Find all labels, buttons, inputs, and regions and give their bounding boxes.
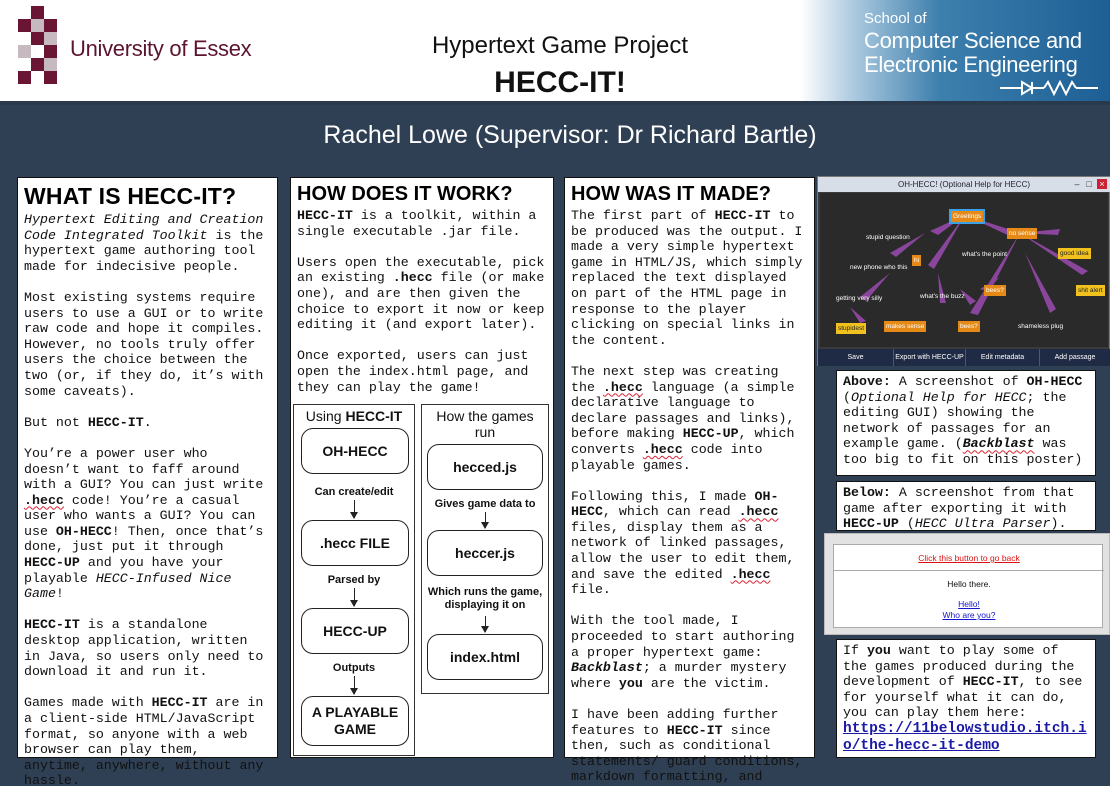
panel-what-is: WHAT IS HECC-IT? Hypertext Editing and C… xyxy=(17,177,278,786)
close-icon: × xyxy=(1097,179,1107,189)
how-made-body: The first part of HECC-IT to be produced… xyxy=(571,208,808,786)
node-hecced-js: hecced.js xyxy=(427,444,543,490)
passage-node: hi xyxy=(912,255,922,266)
oh-hecc-window-title: OH-HECC! (Optional Help for HECC) xyxy=(818,177,1110,192)
passage-node: new phone who this xyxy=(850,264,908,271)
header-divider xyxy=(0,101,1110,105)
how-made-paragraph: Following this, I made OH-HECC, which ca… xyxy=(571,488,795,598)
how-made-paragraph: With the tool made, I proceeded to start… xyxy=(571,613,795,691)
passage-node: bees? xyxy=(958,321,980,332)
passage-node: stupid question xyxy=(866,234,910,241)
university-name: University of Essex xyxy=(70,36,252,61)
passage-node: makes sense xyxy=(884,321,927,332)
passage-node: good idea xyxy=(1058,248,1091,259)
what-is-paragraph: Most existing systems require users to u… xyxy=(24,289,264,399)
how-it-works-paragraph: Users open the executable, pick an exist… xyxy=(297,254,545,333)
edge-label-create: Can create/edit xyxy=(314,486,394,498)
passage-node: getting very silly xyxy=(836,295,883,302)
passage-node: shit alert xyxy=(1076,285,1105,296)
how-it-works-paragraph: Once exported, users can just open the i… xyxy=(297,348,529,395)
edge-label-runs: Which runs the game, displaying it on xyxy=(427,586,543,611)
node-hecc-up: HECC-UP xyxy=(301,608,409,654)
what-is-paragraph: Hypertext Editing and Creation Code Inte… xyxy=(24,212,264,274)
passage-text: Hello there. xyxy=(947,579,991,589)
node-heccer-js: heccer.js xyxy=(427,530,543,576)
how-it-works-paragraph: HECC-IT is a toolkit, within a single ex… xyxy=(297,208,537,239)
passage-node: stupidest xyxy=(836,323,867,334)
panel-how-it-works: HOW DOES IT WORK? HECC-IT is a toolkit, … xyxy=(290,177,554,758)
node-index-html: index.html xyxy=(427,634,543,680)
arrow-down-icon xyxy=(481,512,489,529)
node-playable-game: A PLAYABLE GAME xyxy=(301,696,409,746)
panel-how-made: HOW WAS IT MADE? The first part of HECC-… xyxy=(564,177,815,786)
arrow-down-icon xyxy=(350,676,358,695)
oh-hecc-screenshot: OH-HECC! (Optional Help for HECC) – □ × … xyxy=(817,176,1110,366)
caption-play: If you want to play some of the games pr… xyxy=(836,639,1096,758)
node-hecc-file: .hecc FILE xyxy=(301,520,409,566)
diagram-right-title: How the games run xyxy=(436,408,534,440)
node-oh-hecc: OH-HECC xyxy=(301,428,409,474)
arrow-down-icon xyxy=(481,616,489,633)
edge-label-outputs: Outputs xyxy=(332,662,376,674)
heading-how-made: HOW WAS IT MADE? xyxy=(571,183,771,205)
game-screenshot: Click this button to go back Hello there… xyxy=(824,533,1110,635)
heading-what-is: WHAT IS HECC-IT? xyxy=(24,183,237,209)
passage-node: Greetings xyxy=(948,209,986,224)
how-it-works-body: HECC-IT is a toolkit, within a single ex… xyxy=(297,208,547,395)
how-made-paragraph: The first part of HECC-IT to be produced… xyxy=(571,208,803,348)
save-button[interactable]: Save xyxy=(818,349,894,366)
passage-node: shameless plug xyxy=(1018,323,1064,330)
circuit-icon xyxy=(1000,80,1098,96)
passage-node: no sense xyxy=(1007,228,1038,239)
heading-how-it-works: HOW DOES IT WORK? xyxy=(297,183,513,205)
game-page: Click this button to go back Hello there… xyxy=(833,544,1104,628)
passage-link[interactable]: Who are you? xyxy=(834,610,1104,620)
arrow-down-icon xyxy=(350,588,358,607)
passage-network: Greetings stupid question no sense good … xyxy=(820,193,1108,347)
diagram-left-title: Using HECC-IT xyxy=(305,408,403,424)
project-title: HECC-IT! xyxy=(494,66,626,99)
what-is-paragraph: Games made with HECC-IT are in a client-… xyxy=(24,695,264,786)
what-is-body: Hypertext Editing and Creation Code Inte… xyxy=(24,212,271,786)
school-name-line1: Computer Science and xyxy=(864,28,1082,53)
project-subtitle: Hypertext Game Project xyxy=(431,32,689,59)
passage-node: what's the buzz xyxy=(920,293,965,300)
what-is-paragraph: You’re a power user who doesn’t want to … xyxy=(24,445,264,602)
essex-logo xyxy=(18,6,58,96)
passage-node: what's the point xyxy=(962,251,1007,258)
minimize-icon: – xyxy=(1074,179,1080,189)
how-made-paragraph: The next step was creating the .hecc lan… xyxy=(571,363,795,473)
what-is-paragraph: HECC-IT is a standalone desktop applicat… xyxy=(24,617,264,680)
passage-link[interactable]: Hello! xyxy=(834,599,1104,609)
oh-hecc-toolbar: Save Export with HECC-UP Edit metadata A… xyxy=(818,349,1110,366)
edge-label-parsed: Parsed by xyxy=(327,574,381,586)
poster-header: University of Essex Hypertext Game Proje… xyxy=(0,0,1110,101)
caption-below: Below: A screenshot from that game after… xyxy=(836,481,1096,531)
caption-above: Above: A screenshot of OH-HECC (Optional… xyxy=(836,370,1096,476)
how-made-paragraph: I have been adding further features to H… xyxy=(571,707,803,786)
demo-link[interactable]: https://11belowstudio.itch.io/the-hecc-i… xyxy=(843,721,1089,755)
export-button[interactable]: Export with HECC-UP xyxy=(894,349,966,366)
passage-node: bees? xyxy=(984,285,1006,296)
what-is-paragraph: But not HECC-IT. xyxy=(24,414,152,430)
school-name-line2: Electronic Engineering xyxy=(864,52,1078,77)
add-passage-button[interactable]: Add passage xyxy=(1040,349,1110,366)
school-small-label: School of xyxy=(864,10,927,27)
workflow-diagram: Using HECC-IT OH-HECC Can create/edit .h… xyxy=(293,404,551,756)
school-banner: School of Computer Science and Electroni… xyxy=(800,0,1110,101)
arrow-down-icon xyxy=(350,500,358,519)
author-line: Rachel Lowe (Supervisor: Dr Richard Bart… xyxy=(323,121,817,149)
edge-label-gives: Gives game data to xyxy=(434,498,536,510)
maximize-icon: □ xyxy=(1086,179,1092,189)
edit-metadata-button[interactable]: Edit metadata xyxy=(966,349,1040,366)
back-link[interactable]: Click this button to go back xyxy=(834,545,1104,571)
